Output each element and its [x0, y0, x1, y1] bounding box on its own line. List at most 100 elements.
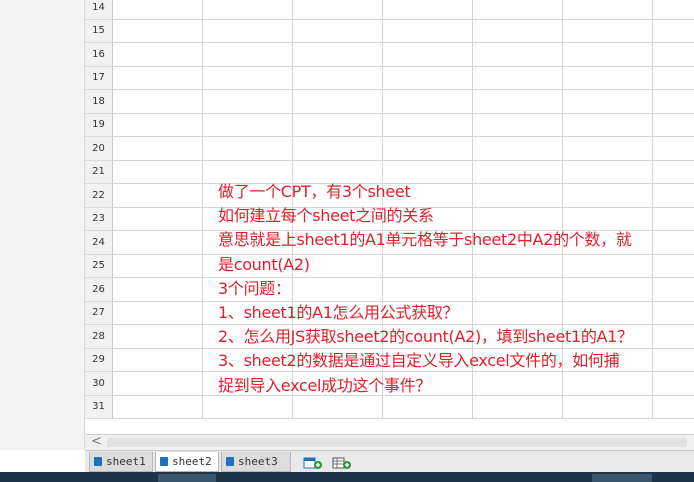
grid-cell[interactable]	[653, 90, 694, 114]
grid-cell[interactable]	[563, 395, 653, 419]
grid-cell[interactable]	[563, 19, 653, 43]
grid-cell[interactable]	[473, 137, 563, 161]
grid-cell[interactable]	[113, 325, 203, 349]
grid-cell[interactable]	[653, 113, 694, 137]
grid-cell[interactable]	[113, 0, 203, 20]
grid-cell[interactable]	[203, 19, 293, 43]
grid-cell[interactable]	[473, 66, 563, 90]
grid-cell[interactable]	[203, 137, 293, 161]
note-text: 做了一个CPT，有3个sheet 如何建立每个sheet之间的关系 意思就是上she…	[218, 180, 688, 398]
tab-sheet1[interactable]: sheet1	[89, 452, 153, 472]
add-sheet-button[interactable]	[303, 455, 323, 469]
grid-cell[interactable]	[563, 43, 653, 67]
row-header[interactable]: 23	[85, 207, 113, 231]
grid-cell[interactable]	[383, 0, 473, 20]
grid-cell[interactable]	[113, 301, 203, 325]
grid-cell[interactable]	[653, 19, 694, 43]
grid-cell[interactable]	[563, 113, 653, 137]
grid-cell[interactable]	[113, 372, 203, 396]
grid-cell[interactable]	[113, 348, 203, 372]
note-line: 意思就是上sheet1的A1单元格等于sheet2中A2的个数，就	[218, 230, 632, 250]
grid-cell[interactable]	[113, 90, 203, 114]
tab-sheet2[interactable]: sheet2	[155, 452, 219, 472]
row-header[interactable]: 26	[85, 278, 113, 302]
row-header[interactable]: 29	[85, 348, 113, 372]
grid-cell[interactable]	[383, 113, 473, 137]
note-line: 捉到导入excel成功这个事件？	[218, 375, 432, 395]
grid-cell[interactable]	[293, 43, 383, 67]
grid-cell[interactable]	[563, 90, 653, 114]
row-header[interactable]: 22	[85, 184, 113, 208]
grid-cell[interactable]	[203, 113, 293, 137]
grid-cell[interactable]	[473, 113, 563, 137]
grid-cell[interactable]	[293, 19, 383, 43]
grid-cell[interactable]	[293, 137, 383, 161]
grid-cell[interactable]	[293, 395, 383, 419]
row-header[interactable]: 21	[85, 160, 113, 184]
grid-cell[interactable]	[113, 254, 203, 278]
grid-cell[interactable]	[113, 184, 203, 208]
grid-cell[interactable]	[563, 0, 653, 20]
grid-cell[interactable]	[113, 19, 203, 43]
scrollbar-thumb[interactable]	[107, 438, 687, 447]
grid-cell[interactable]	[563, 66, 653, 90]
row-header[interactable]: 28	[85, 325, 113, 349]
grid-cell[interactable]	[293, 66, 383, 90]
row-header[interactable]: 15	[85, 19, 113, 43]
grid-cell[interactable]	[113, 160, 203, 184]
os-taskbar	[0, 472, 694, 482]
grid-cell[interactable]	[473, 90, 563, 114]
row-header[interactable]: 30	[85, 372, 113, 396]
grid-cell[interactable]	[113, 137, 203, 161]
grid-cell[interactable]	[113, 66, 203, 90]
row-header[interactable]: 20	[85, 137, 113, 161]
horizontal-scrollbar[interactable]: <	[85, 434, 694, 450]
add-report-sheet-button[interactable]	[332, 455, 352, 469]
grid-cell[interactable]	[113, 231, 203, 255]
scroll-left-arrow[interactable]: <	[91, 434, 102, 449]
grid-cell[interactable]	[293, 90, 383, 114]
grid-cell[interactable]	[383, 90, 473, 114]
grid-cell[interactable]	[113, 278, 203, 302]
grid-cell[interactable]	[473, 0, 563, 20]
grid-cell[interactable]	[113, 395, 203, 419]
grid-cell[interactable]	[563, 137, 653, 161]
grid-cell[interactable]	[383, 43, 473, 67]
grid-cell[interactable]	[203, 66, 293, 90]
grid-cell[interactable]	[653, 66, 694, 90]
row-header[interactable]: 17	[85, 66, 113, 90]
grid-cell[interactable]	[203, 395, 293, 419]
grid-cell[interactable]	[653, 43, 694, 67]
grid-cell[interactable]	[113, 207, 203, 231]
grid-cell[interactable]	[473, 19, 563, 43]
tab-sheet3[interactable]: sheet3	[221, 452, 291, 472]
row-header[interactable]: 19	[85, 113, 113, 137]
grid-cell[interactable]	[383, 137, 473, 161]
grid-cell[interactable]	[113, 113, 203, 137]
grid-cell[interactable]	[653, 137, 694, 161]
grid-cell[interactable]	[383, 66, 473, 90]
taskbar-item[interactable]	[158, 474, 216, 482]
grid-cell[interactable]	[653, 395, 694, 419]
grid-cell[interactable]	[473, 395, 563, 419]
row-header[interactable]: 18	[85, 90, 113, 114]
row-header[interactable]: 16	[85, 43, 113, 67]
grid-cell[interactable]	[473, 43, 563, 67]
row-header[interactable]: 31	[85, 395, 113, 419]
grid-cell[interactable]	[383, 395, 473, 419]
grid-cell[interactable]	[203, 0, 293, 20]
grid-cell[interactable]	[383, 19, 473, 43]
row-header[interactable]: 24	[85, 231, 113, 255]
row-header[interactable]: 27	[85, 301, 113, 325]
grid-row: 16	[85, 43, 694, 67]
row-header[interactable]: 14	[85, 0, 113, 20]
grid-cell[interactable]	[653, 0, 694, 20]
taskbar-item[interactable]	[592, 474, 652, 482]
grid-cell[interactable]	[203, 90, 293, 114]
add-sheet-icon	[303, 457, 322, 469]
row-header[interactable]: 25	[85, 254, 113, 278]
grid-cell[interactable]	[293, 113, 383, 137]
grid-cell[interactable]	[203, 43, 293, 67]
grid-cell[interactable]	[293, 0, 383, 20]
grid-cell[interactable]	[113, 43, 203, 67]
